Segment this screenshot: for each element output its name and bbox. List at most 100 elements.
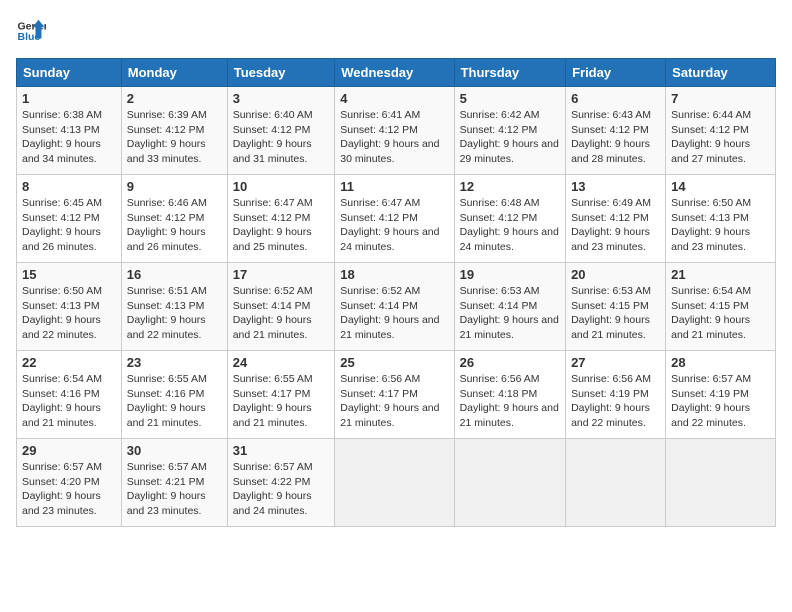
day-number: 30: [127, 443, 222, 458]
week-row-1: 1 Sunrise: 6:38 AM Sunset: 4:13 PM Dayli…: [17, 87, 776, 175]
day-number: 9: [127, 179, 222, 194]
calendar-cell: 4 Sunrise: 6:41 AM Sunset: 4:12 PM Dayli…: [335, 87, 454, 175]
day-info: Sunrise: 6:52 AM Sunset: 4:14 PM Dayligh…: [233, 285, 313, 341]
day-number: 7: [671, 91, 770, 106]
calendar-cell: [335, 439, 454, 527]
day-number: 24: [233, 355, 330, 370]
calendar-cell: 10 Sunrise: 6:47 AM Sunset: 4:12 PM Dayl…: [227, 175, 335, 263]
calendar-cell: 8 Sunrise: 6:45 AM Sunset: 4:12 PM Dayli…: [17, 175, 122, 263]
day-number: 2: [127, 91, 222, 106]
day-number: 16: [127, 267, 222, 282]
calendar-cell: 17 Sunrise: 6:52 AM Sunset: 4:14 PM Dayl…: [227, 263, 335, 351]
day-number: 21: [671, 267, 770, 282]
day-info: Sunrise: 6:43 AM Sunset: 4:12 PM Dayligh…: [571, 109, 651, 165]
day-number: 6: [571, 91, 660, 106]
day-number: 14: [671, 179, 770, 194]
day-info: Sunrise: 6:54 AM Sunset: 4:15 PM Dayligh…: [671, 285, 751, 341]
calendar-cell: [566, 439, 666, 527]
week-row-3: 15 Sunrise: 6:50 AM Sunset: 4:13 PM Dayl…: [17, 263, 776, 351]
calendar-cell: 14 Sunrise: 6:50 AM Sunset: 4:13 PM Dayl…: [666, 175, 776, 263]
calendar-cell: 27 Sunrise: 6:56 AM Sunset: 4:19 PM Dayl…: [566, 351, 666, 439]
day-info: Sunrise: 6:56 AM Sunset: 4:19 PM Dayligh…: [571, 373, 651, 429]
day-info: Sunrise: 6:47 AM Sunset: 4:12 PM Dayligh…: [233, 197, 313, 253]
calendar-cell: 2 Sunrise: 6:39 AM Sunset: 4:12 PM Dayli…: [121, 87, 227, 175]
calendar-cell: 26 Sunrise: 6:56 AM Sunset: 4:18 PM Dayl…: [454, 351, 565, 439]
day-info: Sunrise: 6:54 AM Sunset: 4:16 PM Dayligh…: [22, 373, 102, 429]
weekday-header-tuesday: Tuesday: [227, 59, 335, 87]
day-info: Sunrise: 6:50 AM Sunset: 4:13 PM Dayligh…: [22, 285, 102, 341]
day-info: Sunrise: 6:45 AM Sunset: 4:12 PM Dayligh…: [22, 197, 102, 253]
weekday-header-sunday: Sunday: [17, 59, 122, 87]
day-info: Sunrise: 6:39 AM Sunset: 4:12 PM Dayligh…: [127, 109, 207, 165]
day-number: 26: [460, 355, 560, 370]
day-info: Sunrise: 6:57 AM Sunset: 4:19 PM Dayligh…: [671, 373, 751, 429]
calendar-cell: 31 Sunrise: 6:57 AM Sunset: 4:22 PM Dayl…: [227, 439, 335, 527]
weekday-header-monday: Monday: [121, 59, 227, 87]
calendar-cell: 21 Sunrise: 6:54 AM Sunset: 4:15 PM Dayl…: [666, 263, 776, 351]
calendar-cell: 22 Sunrise: 6:54 AM Sunset: 4:16 PM Dayl…: [17, 351, 122, 439]
day-info: Sunrise: 6:41 AM Sunset: 4:12 PM Dayligh…: [340, 109, 439, 165]
calendar-cell: 29 Sunrise: 6:57 AM Sunset: 4:20 PM Dayl…: [17, 439, 122, 527]
day-info: Sunrise: 6:56 AM Sunset: 4:18 PM Dayligh…: [460, 373, 559, 429]
day-info: Sunrise: 6:56 AM Sunset: 4:17 PM Dayligh…: [340, 373, 439, 429]
day-number: 1: [22, 91, 116, 106]
day-info: Sunrise: 6:44 AM Sunset: 4:12 PM Dayligh…: [671, 109, 751, 165]
day-number: 27: [571, 355, 660, 370]
calendar-cell: 3 Sunrise: 6:40 AM Sunset: 4:12 PM Dayli…: [227, 87, 335, 175]
calendar-cell: 19 Sunrise: 6:53 AM Sunset: 4:14 PM Dayl…: [454, 263, 565, 351]
day-info: Sunrise: 6:57 AM Sunset: 4:22 PM Dayligh…: [233, 461, 313, 517]
week-row-2: 8 Sunrise: 6:45 AM Sunset: 4:12 PM Dayli…: [17, 175, 776, 263]
day-info: Sunrise: 6:42 AM Sunset: 4:12 PM Dayligh…: [460, 109, 559, 165]
day-number: 28: [671, 355, 770, 370]
day-number: 31: [233, 443, 330, 458]
calendar-cell: 28 Sunrise: 6:57 AM Sunset: 4:19 PM Dayl…: [666, 351, 776, 439]
day-number: 20: [571, 267, 660, 282]
calendar-cell: 7 Sunrise: 6:44 AM Sunset: 4:12 PM Dayli…: [666, 87, 776, 175]
day-info: Sunrise: 6:49 AM Sunset: 4:12 PM Dayligh…: [571, 197, 651, 253]
calendar-cell: 12 Sunrise: 6:48 AM Sunset: 4:12 PM Dayl…: [454, 175, 565, 263]
weekday-header-wednesday: Wednesday: [335, 59, 454, 87]
day-info: Sunrise: 6:51 AM Sunset: 4:13 PM Dayligh…: [127, 285, 207, 341]
day-info: Sunrise: 6:53 AM Sunset: 4:14 PM Dayligh…: [460, 285, 559, 341]
day-number: 11: [340, 179, 448, 194]
day-number: 8: [22, 179, 116, 194]
weekday-header-thursday: Thursday: [454, 59, 565, 87]
calendar-cell: 1 Sunrise: 6:38 AM Sunset: 4:13 PM Dayli…: [17, 87, 122, 175]
day-info: Sunrise: 6:38 AM Sunset: 4:13 PM Dayligh…: [22, 109, 102, 165]
day-info: Sunrise: 6:47 AM Sunset: 4:12 PM Dayligh…: [340, 197, 439, 253]
day-number: 5: [460, 91, 560, 106]
week-row-5: 29 Sunrise: 6:57 AM Sunset: 4:20 PM Dayl…: [17, 439, 776, 527]
day-number: 12: [460, 179, 560, 194]
calendar-cell: 24 Sunrise: 6:55 AM Sunset: 4:17 PM Dayl…: [227, 351, 335, 439]
day-number: 15: [22, 267, 116, 282]
calendar-cell: 15 Sunrise: 6:50 AM Sunset: 4:13 PM Dayl…: [17, 263, 122, 351]
day-info: Sunrise: 6:57 AM Sunset: 4:20 PM Dayligh…: [22, 461, 102, 517]
calendar-cell: [454, 439, 565, 527]
calendar-cell: 11 Sunrise: 6:47 AM Sunset: 4:12 PM Dayl…: [335, 175, 454, 263]
calendar-cell: 16 Sunrise: 6:51 AM Sunset: 4:13 PM Dayl…: [121, 263, 227, 351]
day-number: 3: [233, 91, 330, 106]
weekday-header-friday: Friday: [566, 59, 666, 87]
day-number: 10: [233, 179, 330, 194]
calendar-cell: 30 Sunrise: 6:57 AM Sunset: 4:21 PM Dayl…: [121, 439, 227, 527]
day-number: 23: [127, 355, 222, 370]
calendar-cell: 6 Sunrise: 6:43 AM Sunset: 4:12 PM Dayli…: [566, 87, 666, 175]
calendar-cell: 18 Sunrise: 6:52 AM Sunset: 4:14 PM Dayl…: [335, 263, 454, 351]
day-number: 17: [233, 267, 330, 282]
day-info: Sunrise: 6:57 AM Sunset: 4:21 PM Dayligh…: [127, 461, 207, 517]
logo: General Blue: [16, 16, 46, 46]
day-number: 29: [22, 443, 116, 458]
day-info: Sunrise: 6:46 AM Sunset: 4:12 PM Dayligh…: [127, 197, 207, 253]
calendar-cell: 13 Sunrise: 6:49 AM Sunset: 4:12 PM Dayl…: [566, 175, 666, 263]
day-info: Sunrise: 6:55 AM Sunset: 4:16 PM Dayligh…: [127, 373, 207, 429]
calendar-cell: 5 Sunrise: 6:42 AM Sunset: 4:12 PM Dayli…: [454, 87, 565, 175]
day-number: 22: [22, 355, 116, 370]
calendar-table: SundayMondayTuesdayWednesdayThursdayFrid…: [16, 58, 776, 527]
calendar-cell: 23 Sunrise: 6:55 AM Sunset: 4:16 PM Dayl…: [121, 351, 227, 439]
calendar-cell: 9 Sunrise: 6:46 AM Sunset: 4:12 PM Dayli…: [121, 175, 227, 263]
day-info: Sunrise: 6:40 AM Sunset: 4:12 PM Dayligh…: [233, 109, 313, 165]
day-info: Sunrise: 6:52 AM Sunset: 4:14 PM Dayligh…: [340, 285, 439, 341]
day-number: 18: [340, 267, 448, 282]
day-number: 13: [571, 179, 660, 194]
day-info: Sunrise: 6:55 AM Sunset: 4:17 PM Dayligh…: [233, 373, 313, 429]
